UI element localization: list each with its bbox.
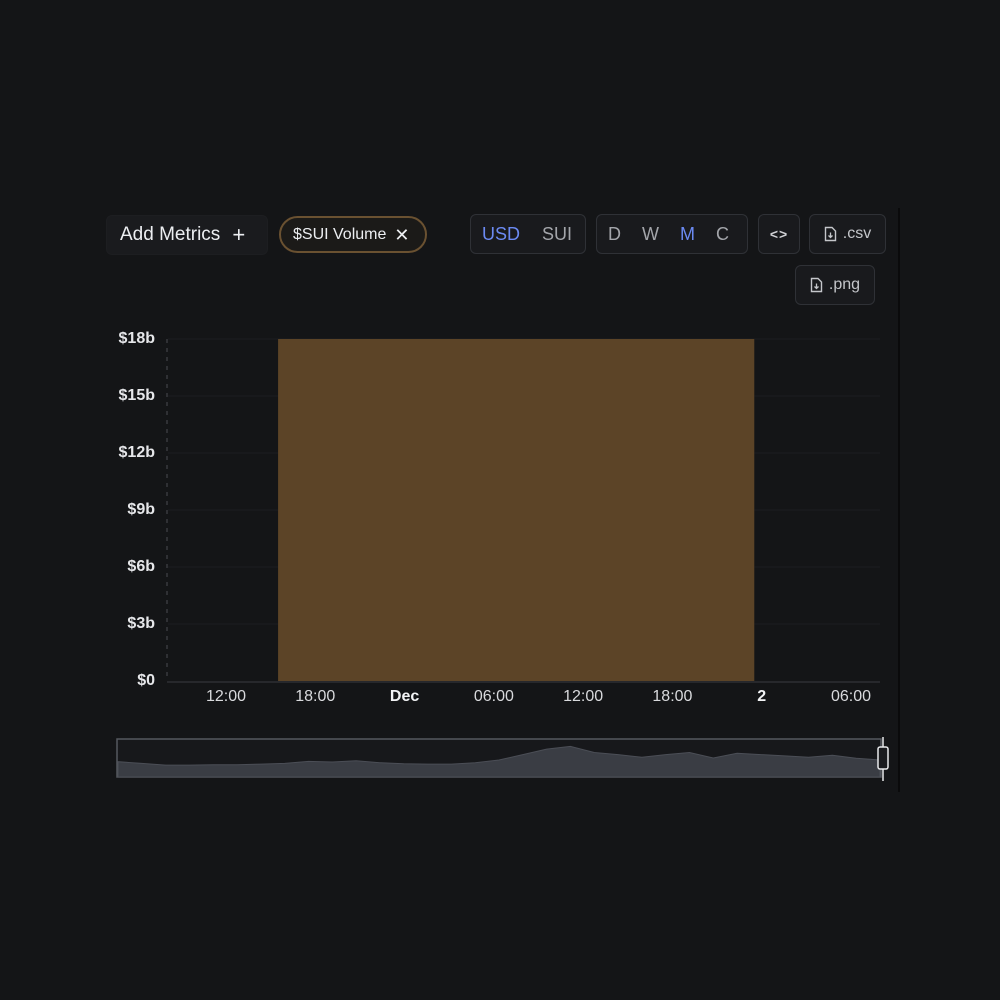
navigator-handle[interactable] bbox=[877, 746, 889, 770]
range-navigator[interactable] bbox=[116, 737, 890, 781]
y-tick-label: $6b bbox=[127, 558, 155, 575]
y-tick-label: $12b bbox=[118, 444, 155, 461]
x-tick-label: 12:00 bbox=[205, 688, 247, 705]
y-tick-label: $9b bbox=[127, 501, 155, 518]
y-tick-label: $18b bbox=[118, 330, 155, 347]
x-tick-label: Dec bbox=[389, 688, 420, 705]
y-tick-label: $0 bbox=[137, 672, 155, 689]
x-tick-label: 12:00 bbox=[563, 688, 604, 705]
chart-plot bbox=[166, 338, 880, 683]
x-tick-label: 2 bbox=[757, 688, 767, 705]
x-tick-label: 18:00 bbox=[652, 688, 693, 705]
x-tick-label: 06:00 bbox=[473, 688, 514, 705]
y-tick-label: $3b bbox=[127, 615, 155, 632]
y-tick-label: $15b bbox=[118, 387, 155, 404]
volume-bar bbox=[278, 339, 755, 681]
x-tick-label: 18:00 bbox=[295, 688, 336, 705]
x-tick-label: 06:00 bbox=[830, 688, 872, 705]
